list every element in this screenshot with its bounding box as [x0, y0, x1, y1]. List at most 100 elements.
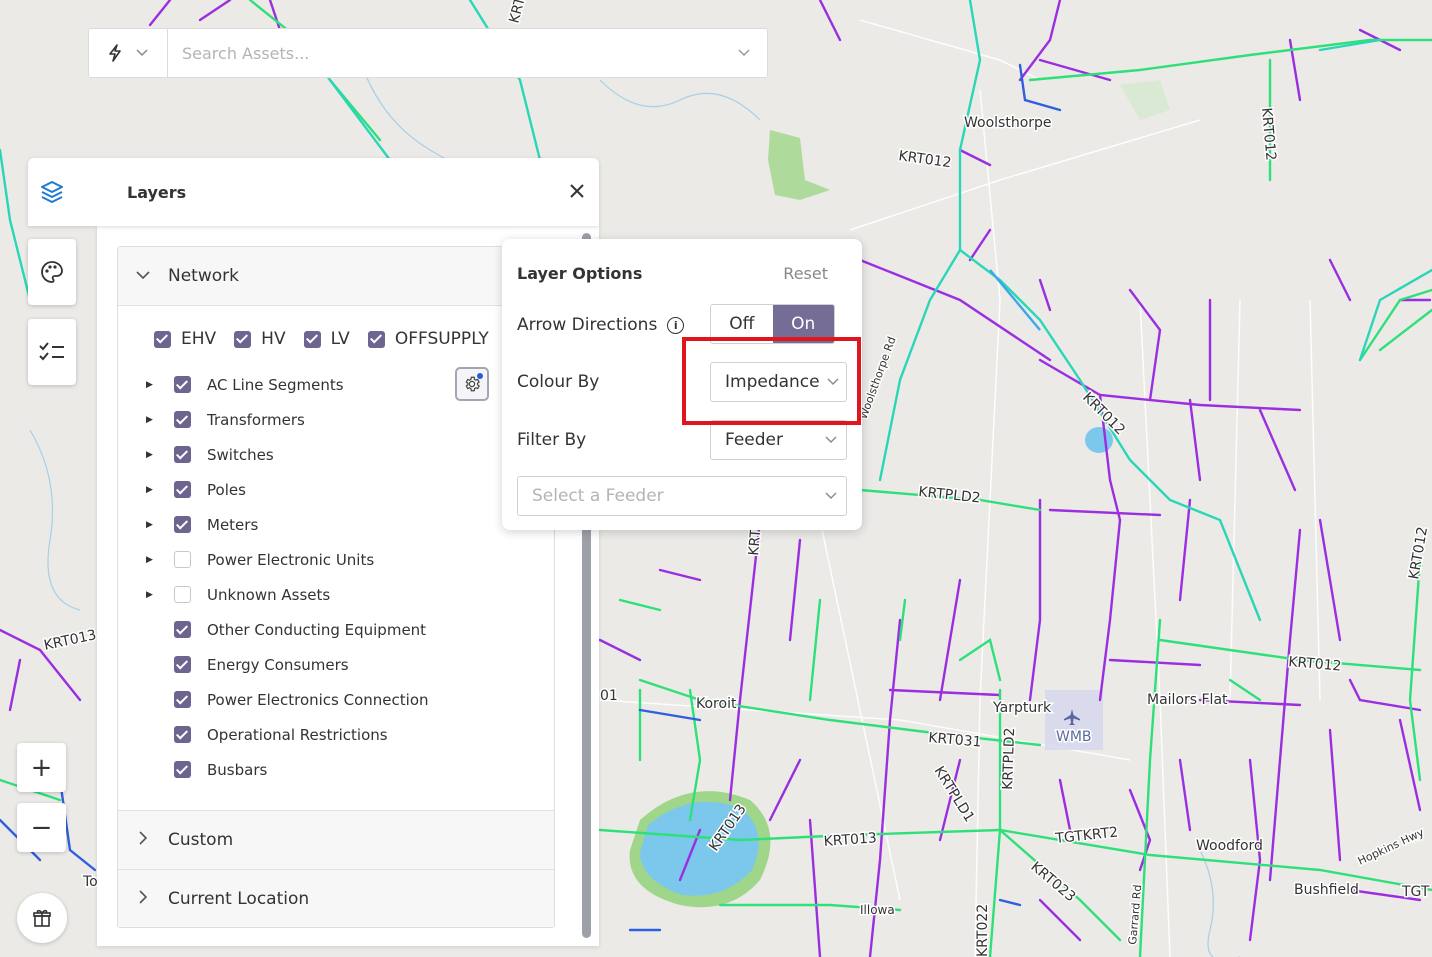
whats-new-button[interactable] — [17, 893, 67, 943]
voltage-checkbox[interactable]: EHV — [154, 329, 216, 349]
palette-button[interactable] — [28, 239, 76, 305]
layer-checkbox[interactable] — [174, 656, 191, 673]
highlight-box — [682, 337, 861, 425]
active-indicator-dot — [477, 373, 483, 379]
layer-label: Energy Consumers — [207, 655, 349, 674]
layer-label: Poles — [207, 480, 246, 499]
network-section-header[interactable]: Network — [118, 247, 554, 306]
checkbox[interactable] — [367, 330, 385, 348]
layer-checkbox[interactable] — [174, 586, 191, 603]
expand-triangle-icon[interactable]: ▶ — [146, 450, 155, 460]
layer-label: Other Conducting Equipment — [207, 620, 427, 639]
custom-section-title: Custom — [168, 830, 234, 850]
reset-button[interactable]: Reset — [783, 264, 828, 283]
layer-row[interactable]: ▶ Poles — [146, 472, 246, 507]
expand-triangle-icon[interactable]: ▶ — [146, 485, 155, 495]
layer-label: Transformers — [207, 410, 305, 429]
expand-triangle-icon[interactable]: ▶ — [146, 590, 155, 600]
layer-label: Meters — [207, 515, 259, 534]
zoom-out-button[interactable]: − — [17, 803, 66, 852]
layer-options-button[interactable] — [455, 367, 489, 401]
layer-row[interactable]: ▶ Unknown Assets — [146, 577, 330, 612]
checkbox[interactable] — [154, 330, 171, 348]
current-location-section-header[interactable]: Current Location — [118, 869, 554, 927]
layer-checkbox[interactable] — [174, 621, 191, 638]
layer-checkbox[interactable] — [174, 411, 191, 428]
layer-checkbox[interactable] — [174, 446, 191, 463]
search-mode-selector[interactable] — [89, 29, 168, 77]
map-label: Yarpturk — [992, 700, 1052, 716]
chevron-down-icon — [816, 433, 846, 447]
expand-triangle-icon[interactable]: ▶ — [146, 415, 155, 425]
expand-triangle-icon[interactable]: ▶ — [146, 555, 155, 565]
voltage-label: LV — [330, 329, 350, 349]
map-label: Koroit — [696, 696, 737, 712]
current-location-section-title: Current Location — [168, 889, 310, 909]
expand-triangle-icon[interactable]: ▶ — [146, 380, 155, 390]
layer-row[interactable]: Energy Consumers — [146, 647, 349, 682]
custom-section-header[interactable]: Custom — [118, 810, 554, 869]
search-input[interactable] — [168, 28, 721, 78]
layer-checkbox[interactable] — [174, 551, 191, 568]
checklist-icon — [39, 342, 64, 361]
feeder-select[interactable]: Select a Feeder — [517, 476, 847, 516]
voltage-checkbox[interactable]: HV — [234, 329, 286, 349]
chevron-right-icon — [118, 831, 168, 849]
layer-label: AC Line Segments — [207, 375, 344, 394]
layer-label: Switches — [207, 445, 274, 464]
voltage-checkbox[interactable]: OFFSUPPLY — [367, 329, 489, 349]
layer-row[interactable]: Operational Restrictions — [146, 717, 388, 752]
arrow-directions-text: Arrow Directions — [517, 315, 658, 335]
filter-by-label: Filter By — [517, 430, 587, 450]
map-label: Woolsthorpe — [964, 115, 1052, 131]
layer-row[interactable]: ▶ AC Line Segments — [146, 367, 344, 402]
voltage-label: OFFSUPPLY — [394, 329, 489, 349]
zoom-in-button[interactable]: + — [17, 743, 66, 792]
chevron-down-icon — [816, 489, 846, 503]
lightning-icon — [109, 44, 121, 62]
filter-by-select[interactable]: Feeder — [710, 420, 847, 460]
map-label: 01 — [600, 688, 618, 704]
info-icon[interactable]: i — [667, 317, 685, 334]
layer-row[interactable]: Busbars — [146, 752, 267, 787]
checkbox[interactable] — [303, 330, 321, 348]
layer-label: Unknown Assets — [207, 585, 331, 604]
map-label: Illowa — [860, 903, 895, 917]
layer-row[interactable]: ▶ Switches — [146, 437, 274, 472]
voltage-filters: EHV HV LV OFFSUPPLY — [154, 329, 507, 349]
layers-icon[interactable] — [28, 179, 76, 205]
layer-label: Operational Restrictions — [207, 725, 388, 744]
layer-checkbox[interactable] — [174, 516, 191, 533]
map-label: KRTPLD2 — [1000, 727, 1018, 790]
map-label: KRT — [746, 528, 764, 556]
layer-row[interactable]: Power Electronics Connection — [146, 682, 429, 717]
chevron-down-icon — [136, 49, 148, 57]
map-label: KRT022 — [975, 904, 991, 957]
layer-row[interactable]: Other Conducting Equipment — [146, 612, 426, 647]
expand-triangle-icon[interactable]: ▶ — [146, 520, 155, 530]
layer-checkbox[interactable] — [174, 691, 191, 708]
layer-checkbox[interactable] — [174, 376, 191, 393]
map-label: Bushfield — [1294, 882, 1359, 898]
layer-row[interactable]: ▶ Meters — [146, 507, 258, 542]
close-icon — [570, 184, 584, 198]
layer-row[interactable]: ▶ Transformers — [146, 402, 305, 437]
voltage-checkbox[interactable]: LV — [303, 329, 350, 349]
feeder-select-placeholder: Select a Feeder — [532, 486, 664, 506]
network-section-title: Network — [168, 266, 239, 286]
checklist-button[interactable] — [28, 319, 76, 385]
close-button[interactable] — [569, 178, 585, 204]
palette-icon — [41, 261, 63, 283]
search-dropdown-toggle[interactable] — [721, 45, 767, 61]
layer-row[interactable]: ▶ Power Electronic Units — [146, 542, 374, 577]
voltage-label: HV — [261, 329, 286, 349]
layer-options-title: Layer Options — [517, 264, 643, 283]
layer-checkbox[interactable] — [174, 726, 191, 743]
chevron-down-icon — [738, 49, 750, 57]
layer-checkbox[interactable] — [174, 481, 191, 498]
checkbox[interactable] — [234, 330, 252, 348]
search-bar — [88, 28, 768, 78]
chevron-down-icon — [118, 268, 168, 284]
layer-checkbox[interactable] — [174, 761, 191, 778]
map-label: TGT — [1401, 884, 1430, 900]
